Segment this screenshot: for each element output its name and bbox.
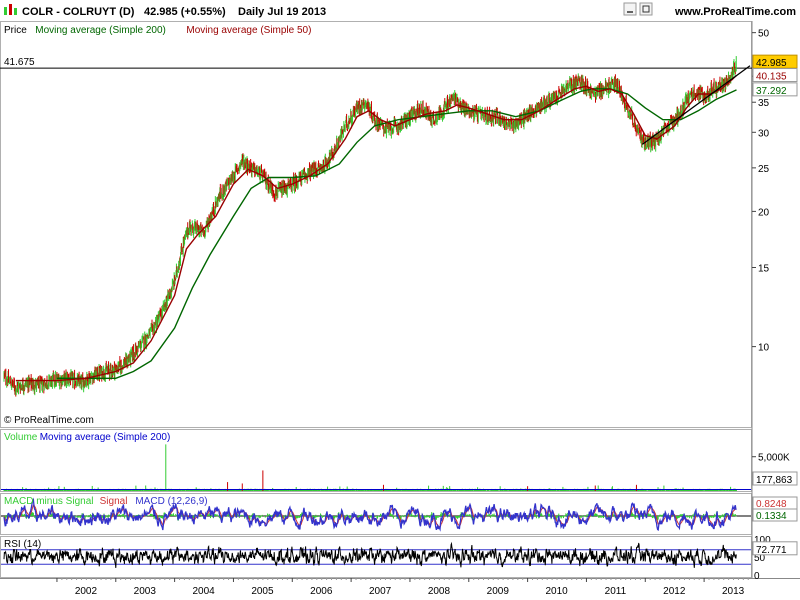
volume-y-tick-label: 5,000K [758, 453, 790, 464]
stock-chart: COLR - COLRUYT (D) 42.985 (+0.55%) Daily… [0, 2, 800, 597]
volume-panel: Volume Moving average (Simple 200) 5,000K 1… [1, 432, 798, 491]
price-legend-item: Price [4, 25, 27, 36]
x-tick-label: 2006 [310, 586, 333, 597]
price-y-tick-label: 30 [758, 128, 770, 139]
x-tick-label: 2011 [605, 586, 627, 597]
price-y-tick-label: 20 [758, 207, 770, 218]
rsi-y-tick-label: 0 [754, 571, 760, 582]
price-y-tick-label: 35 [758, 98, 770, 109]
x-tick-label: 2010 [545, 586, 568, 597]
x-axis: 2002 2003 2004 2005 2006 2007 2008 2009 2010 2011… [56, 578, 749, 597]
macd-last-value-label: 0.1334 [756, 511, 787, 522]
x-tick-label: 2005 [251, 586, 274, 597]
macd-legend-item: MACD (12,26,9) [135, 496, 207, 507]
macd-last-value-label: 0.8248 [756, 499, 787, 510]
period-date: Daily Jul 19 2013 [238, 6, 326, 18]
x-tick-label: 2009 [487, 586, 510, 597]
rsi-last-value-label: 72.771 [756, 545, 787, 556]
price-legend-item: Moving average (Simple 50) [186, 25, 311, 36]
volume-bars [3, 444, 737, 491]
volume-legend-item: Volume [4, 432, 38, 443]
price-panel-frame [0, 21, 752, 428]
last-value-label: 42.985 [756, 58, 787, 69]
x-tick-label: 2013 [722, 586, 745, 597]
x-tick-label: 2008 [428, 586, 451, 597]
copyright-text: © ProRealTime.com [4, 415, 94, 426]
site-url[interactable]: www.ProRealTime.com [674, 6, 796, 18]
macd-legend-item: MACD minus Signal [4, 496, 93, 507]
macd-panel: MACD minus Signal Signal MACD (12,26,9) 0.8… [1, 496, 798, 532]
rsi-panel: RSI (14) 10050072.771 [1, 535, 798, 582]
volume-legend-item: Moving average (Simple 200) [40, 432, 171, 443]
last-change: 42.985 (+0.55%) [144, 6, 226, 18]
panel-frames [0, 21, 800, 579]
x-tick-label: 2007 [369, 586, 392, 597]
ma200-line [56, 88, 737, 379]
last-value-label: 40.135 [756, 72, 787, 83]
price-y-tick-label: 50 [758, 29, 770, 40]
x-tick-label: 2003 [134, 586, 157, 597]
price-legend-item: Moving average (Simple 200) [35, 25, 166, 36]
maximize-icon[interactable] [639, 2, 653, 16]
minimize-icon[interactable] [623, 2, 637, 16]
price-y-tick-label: 15 [758, 264, 770, 275]
macd-legend-item: Signal [100, 496, 128, 507]
bar-chart-icon [4, 4, 17, 15]
price-panel: Price Moving average (Simple 200) Moving a… [0, 25, 798, 397]
last-value-label: 37.292 [756, 86, 787, 97]
support-trendline [641, 65, 751, 145]
volume-last-value-label: 177,863 [756, 475, 793, 486]
x-tick-label: 2012 [663, 586, 686, 597]
header-bar: COLR - COLRUYT (D) 42.985 (+0.55%) Daily… [4, 2, 796, 18]
price-y-tick-label: 25 [758, 164, 770, 175]
symbol-title: COLR - COLRUYT (D) [22, 6, 135, 18]
rsi-legend-item: RSI (14) [4, 539, 41, 550]
resistance-label: 41.675 [4, 57, 35, 68]
x-tick-label: 2004 [192, 586, 215, 597]
x-tick-label: 2002 [75, 586, 98, 597]
price-y-tick-label: 10 [758, 343, 770, 354]
candles [3, 56, 737, 397]
